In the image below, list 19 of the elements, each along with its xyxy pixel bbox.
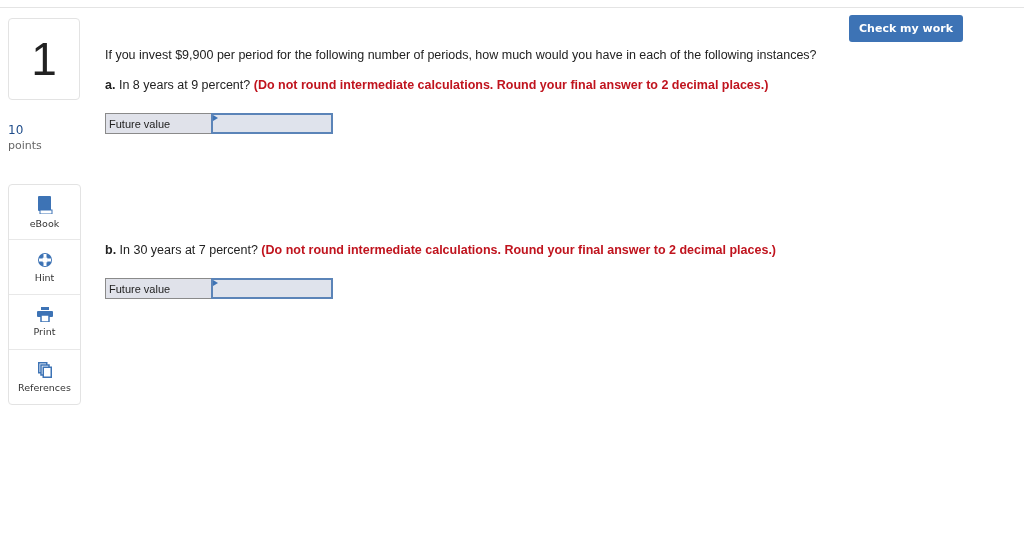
tool-item[interactable]: eBook xyxy=(9,185,80,240)
question-text: If you invest $9,900 per period for the following number of periods, how much would you have in each of the following instances? xyxy=(105,48,818,62)
question-part: a. In 8 years at 9 percent? (Do not round intermediate calculations. Round your final answer to 2 decimal places.) xyxy=(105,78,770,92)
answer-field[interactable] xyxy=(211,113,333,134)
tool-item[interactable]: Hint xyxy=(9,240,80,295)
question-part: b. In 30 years at 7 percent? (Do not round intermediate calculations. Round your final answer to 2 decimal places.) xyxy=(105,243,778,257)
book-icon xyxy=(36,195,53,214)
tool-item[interactable]: References xyxy=(9,350,80,404)
field-label: Future value xyxy=(105,113,211,134)
lifebuoy-icon xyxy=(36,251,53,268)
printer-icon xyxy=(36,307,53,322)
answer-field[interactable] xyxy=(211,278,333,299)
tool-item[interactable]: Print xyxy=(9,295,80,350)
documents-icon xyxy=(37,361,52,378)
points-value: 10 xyxy=(8,123,25,137)
check-my-work-button[interactable]: Check my work xyxy=(849,15,963,42)
points-label: points xyxy=(8,139,43,152)
field-label: Future value xyxy=(105,278,211,299)
question-number: 1 xyxy=(8,18,80,100)
